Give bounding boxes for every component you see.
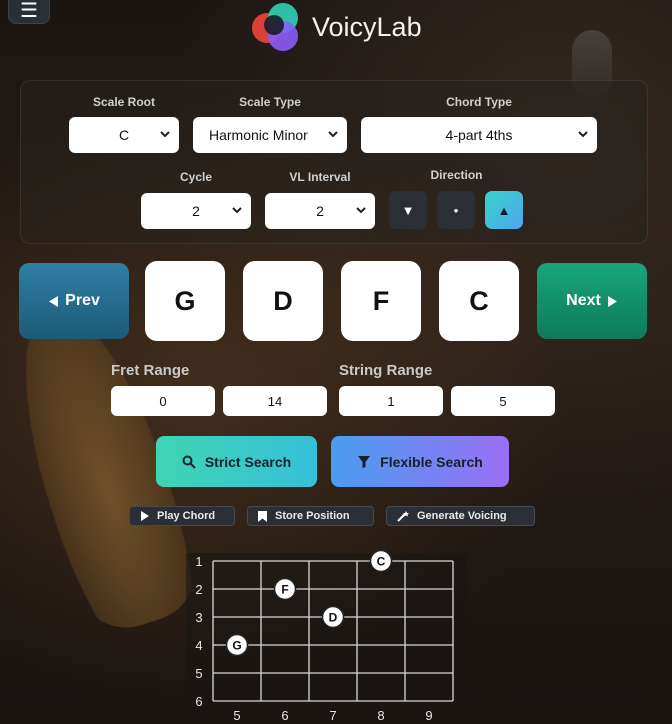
- dot-icon: •: [453, 202, 459, 218]
- strict-search-label: Strict Search: [204, 453, 292, 470]
- triangle-right-icon: [607, 295, 617, 307]
- prev-label: Prev: [65, 292, 100, 309]
- string-number-label: 6: [195, 694, 202, 709]
- play-icon: [141, 511, 149, 521]
- string-range-min-input[interactable]: 1: [339, 386, 443, 416]
- play-chord-button[interactable]: Play Chord: [129, 506, 235, 526]
- direction-label: Direction: [430, 168, 483, 182]
- filter-icon: [358, 455, 371, 468]
- string-range-label: String Range: [339, 362, 433, 379]
- fret-range-label: Fret Range: [111, 362, 190, 379]
- string-number-label: 4: [195, 638, 202, 653]
- chord-note-card: F: [341, 261, 421, 341]
- fretboard-background: [186, 553, 467, 709]
- store-position-label: Store Position: [275, 510, 350, 522]
- bookmark-icon: [258, 510, 267, 522]
- chevron-down-icon: [160, 131, 170, 138]
- vl-interval-select[interactable]: 2: [265, 193, 375, 229]
- fret-number-label: 5: [233, 708, 240, 723]
- triangle-up-icon: ▲: [497, 202, 511, 218]
- hamburger-icon: ☰: [20, 0, 38, 22]
- vl-interval-label: VL Interval: [289, 170, 351, 184]
- chord-type-value: 4-part 4ths: [445, 127, 513, 143]
- string-number-label: 1: [195, 554, 202, 569]
- cycle-select[interactable]: 2: [141, 193, 251, 229]
- cycle-value: 2: [192, 203, 200, 219]
- fret-number-label: 6: [281, 708, 288, 723]
- direction-up-button[interactable]: ▲: [485, 191, 523, 229]
- fret-number-label: 8: [377, 708, 384, 723]
- chord-note: C: [469, 285, 489, 316]
- chord-note: G: [174, 285, 196, 316]
- fretboard-diagram: 1 2 3 4 5 6 5 6 7 8 9 C F D G: [186, 549, 467, 723]
- next-button[interactable]: Next: [537, 263, 647, 339]
- magic-wand-icon: [397, 510, 409, 522]
- chord-note: D: [273, 285, 293, 316]
- flexible-search-button[interactable]: Flexible Search: [331, 436, 509, 487]
- app-title: VoicyLab: [312, 11, 422, 42]
- store-position-button[interactable]: Store Position: [247, 506, 374, 526]
- vl-interval-value: 2: [316, 203, 324, 219]
- direction-none-button[interactable]: •: [437, 191, 475, 229]
- play-chord-label: Play Chord: [157, 510, 216, 522]
- flexible-search-label: Flexible Search: [380, 453, 483, 470]
- scale-root-label: Scale Root: [92, 95, 155, 109]
- scale-type-select[interactable]: Harmonic Minor: [193, 117, 347, 153]
- triangle-left-icon: [49, 295, 59, 307]
- chord-note: F: [372, 285, 390, 316]
- chord-note-card: D: [243, 261, 323, 341]
- next-label: Next: [566, 292, 601, 309]
- voicylab-logo-icon: [250, 1, 302, 53]
- prev-button[interactable]: Prev: [19, 263, 129, 339]
- scale-root-value: C: [118, 127, 130, 143]
- triangle-down-icon: ▼: [401, 202, 415, 218]
- string-number-label: 2: [195, 582, 202, 597]
- string-number-label: 3: [195, 610, 202, 625]
- note-dot-label: D: [329, 611, 338, 625]
- chevron-down-icon: [328, 131, 338, 138]
- scale-type-value: Harmonic Minor: [209, 127, 308, 143]
- chord-type-label: Chord Type: [446, 95, 512, 109]
- search-icon: [182, 455, 196, 469]
- fret-number-label: 9: [425, 708, 432, 723]
- scale-root-select[interactable]: C: [69, 117, 179, 153]
- menu-button[interactable]: ☰: [8, 0, 50, 24]
- fret-number-label: 7: [329, 708, 336, 723]
- strict-search-button[interactable]: Strict Search: [156, 436, 317, 487]
- string-range-max-input[interactable]: 5: [451, 386, 555, 416]
- scale-type-label: Scale Type: [239, 95, 301, 109]
- note-dot-label: C: [377, 555, 386, 569]
- chevron-down-icon: [356, 207, 366, 214]
- direction-down-button[interactable]: ▼: [389, 191, 427, 229]
- cycle-label: Cycle: [179, 170, 213, 184]
- brand: VoicyLab: [250, 0, 422, 54]
- chevron-down-icon: [578, 131, 588, 138]
- chord-note-card: C: [439, 261, 519, 341]
- generate-voicing-label: Generate Voicing: [417, 510, 507, 522]
- fret-range-min-input[interactable]: 0: [111, 386, 215, 416]
- chevron-down-icon: [232, 207, 242, 214]
- chord-note-card: G: [145, 261, 225, 341]
- chord-type-select[interactable]: 4-part 4ths: [361, 117, 597, 153]
- note-dot-label: G: [232, 639, 241, 653]
- note-dot-label: F: [281, 583, 288, 597]
- generate-voicing-button[interactable]: Generate Voicing: [386, 506, 535, 526]
- fret-range-max-input[interactable]: 14: [223, 386, 327, 416]
- string-number-label: 5: [195, 666, 202, 681]
